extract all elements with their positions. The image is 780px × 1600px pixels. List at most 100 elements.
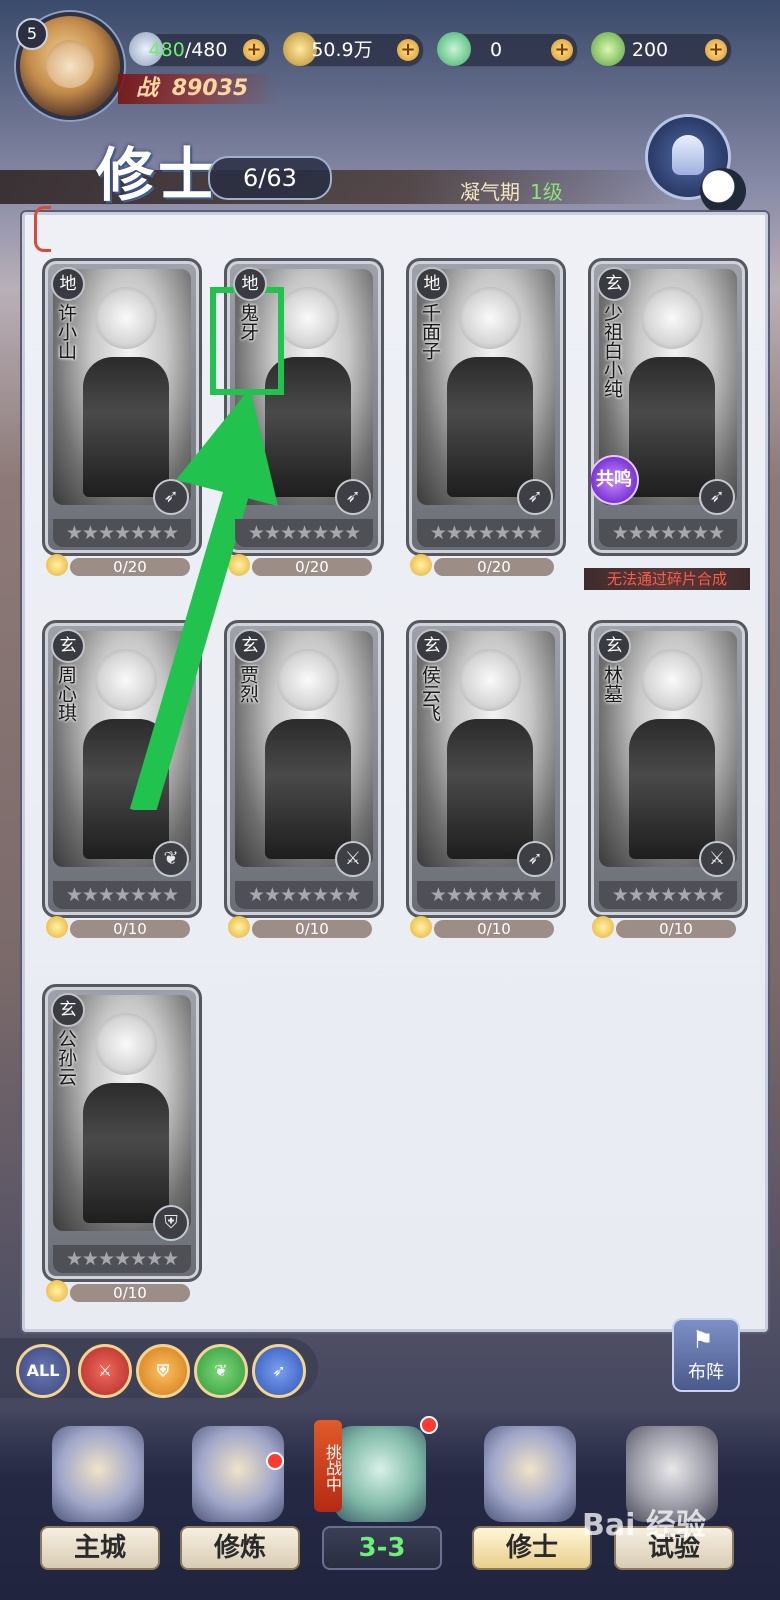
- nav-main-city[interactable]: 主城: [30, 1412, 166, 1590]
- arrow-icon: ➶: [153, 479, 189, 515]
- stamina-max: /480: [184, 39, 228, 61]
- add-stamina-button[interactable]: +: [243, 39, 265, 61]
- shard-progress: 0/10: [228, 916, 378, 940]
- filter-leaf-button[interactable]: ❦: [194, 1344, 248, 1398]
- character-name: 许小山: [55, 303, 77, 360]
- notification-dot: [266, 1452, 284, 1470]
- cannot-synthesize-notice: 无法通过碎片合成: [584, 568, 750, 590]
- grade-badge: 玄: [415, 629, 449, 663]
- leaf-icon: ❦: [153, 841, 189, 877]
- pointer-arrow-icon: [129, 388, 278, 810]
- card-bai-xiaochun[interactable]: 玄 少祖白小纯 共鸣 ➶ ★★★★★★★: [588, 258, 748, 556]
- nav-label: 3-3: [322, 1526, 442, 1570]
- shard-icon: [46, 916, 68, 938]
- character-name: 少祖白小纯: [601, 303, 623, 398]
- star-rating: ★★★★★★★: [53, 1245, 191, 1273]
- add-leaf-button[interactable]: +: [705, 39, 727, 61]
- player-level-badge: 5: [16, 18, 48, 50]
- shard-icon: [592, 916, 614, 938]
- card-lin-mu[interactable]: 玄 林墓 ⚔ ★★★★★★★: [588, 620, 748, 918]
- resonance-badge: 共鸣: [591, 455, 639, 505]
- stamina-resource: 480/480 +: [129, 32, 270, 67]
- grade-badge: 玄: [51, 629, 85, 663]
- shard-icon: [410, 554, 432, 576]
- sword-icon: ⚔: [335, 841, 371, 877]
- nav-label: 主城: [40, 1526, 160, 1570]
- shard-progress: 0/20: [410, 554, 560, 578]
- character-name: 侯云飞: [419, 665, 441, 722]
- star-rating: ★★★★★★★: [235, 519, 373, 547]
- shard-icon: [410, 916, 432, 938]
- shard-progress: 0/10: [46, 1280, 196, 1304]
- arrow-icon: ➶: [335, 479, 371, 515]
- star-rating: ★★★★★★★: [53, 881, 191, 909]
- stamina-current: 480: [148, 39, 185, 61]
- panel-pin-decoration: [34, 206, 51, 252]
- flag-icon: ⚑: [692, 1326, 714, 1354]
- realm-name: 凝气期: [460, 180, 520, 204]
- add-coin-button[interactable]: +: [397, 39, 419, 61]
- shard-progress: 0/10: [46, 916, 196, 940]
- bird-mascot-icon: [700, 168, 746, 214]
- mountain-icon: [334, 1426, 426, 1522]
- star-rating: ★★★★★★★: [417, 519, 555, 547]
- arrow-icon: ➶: [517, 479, 553, 515]
- coin-resource: 50.9万 +: [283, 32, 424, 67]
- character-name: 千面子: [419, 303, 441, 360]
- card-gongsun-yun[interactable]: 玄 公孙云 ⛨ ★★★★★★★: [42, 984, 202, 1282]
- formation-button[interactable]: ⚑ 布阵: [672, 1318, 740, 1392]
- card-qian-mianzi[interactable]: 地 千面子 ➶ ★★★★★★★: [406, 258, 566, 556]
- character-name: 贾烈: [237, 665, 259, 703]
- realm-info: 凝气期 1级: [460, 176, 563, 205]
- combat-power-value: 89035: [171, 76, 249, 101]
- owned-count: 6/63: [208, 156, 332, 200]
- character-name: 林墓: [601, 665, 623, 703]
- page-title: 修士: [96, 141, 221, 209]
- leaf-resource: 200 +: [591, 32, 732, 67]
- combat-power: 战 89035: [118, 74, 278, 104]
- challenge-tag: 挑战中: [314, 1420, 342, 1512]
- star-rating: ★★★★★★★: [599, 519, 737, 547]
- card-hou-yunfei[interactable]: 玄 侯云飞 ➶ ★★★★★★★: [406, 620, 566, 918]
- shield-icon: ⛨: [153, 1205, 189, 1241]
- shard-count: 0/20: [434, 558, 554, 576]
- monkey-king-portrait: [46, 40, 94, 88]
- formation-label: 布阵: [688, 1362, 724, 1383]
- filter-sword-button[interactable]: ⚔: [78, 1344, 132, 1398]
- jade-resource: 0 +: [437, 32, 578, 67]
- sword-icon: ⚔: [699, 841, 735, 877]
- nav-label: 修炼: [180, 1526, 300, 1570]
- arrow-icon: ➶: [699, 479, 735, 515]
- add-jade-button[interactable]: +: [551, 39, 573, 61]
- shard-progress: 0/10: [592, 916, 742, 940]
- notification-dot: [420, 1416, 438, 1434]
- cultivator-avatar-icon: [192, 1426, 284, 1522]
- filter-all-button[interactable]: ALL: [16, 1344, 70, 1398]
- star-rating: ★★★★★★★: [417, 881, 555, 909]
- filter-arrow-button[interactable]: ➶: [252, 1344, 306, 1398]
- grade-badge: 玄: [597, 629, 631, 663]
- grade-badge: 玄: [597, 267, 631, 301]
- arrow-icon: ➶: [517, 841, 553, 877]
- star-rating: ★★★★★★★: [53, 519, 191, 547]
- baidu-watermark: Bai 经验: [582, 1508, 706, 1543]
- shard-progress: 0/10: [410, 916, 560, 940]
- jade-value: 0: [489, 39, 503, 61]
- combat-power-label: 战: [136, 76, 159, 101]
- shard-count: 0/10: [434, 920, 554, 938]
- character-name: 周心琪: [55, 665, 77, 722]
- nav-cultivator[interactable]: 修士: [462, 1412, 598, 1590]
- palace-icon: [52, 1426, 144, 1522]
- shard-icon: [46, 1280, 68, 1302]
- shard-count: 0/10: [252, 920, 372, 938]
- grade-badge: 地: [233, 267, 267, 301]
- leaf-value: 200: [631, 39, 669, 61]
- shard-icon: [228, 916, 250, 938]
- shard-count: 0/10: [70, 1284, 190, 1302]
- realm-level: 1级: [530, 180, 563, 204]
- coin-value: 50.9万: [311, 39, 373, 61]
- filter-shield-button[interactable]: ⛨: [136, 1344, 190, 1398]
- grade-badge: 地: [415, 267, 449, 301]
- shard-icon: [46, 554, 68, 576]
- nav-training[interactable]: 修炼: [170, 1412, 306, 1590]
